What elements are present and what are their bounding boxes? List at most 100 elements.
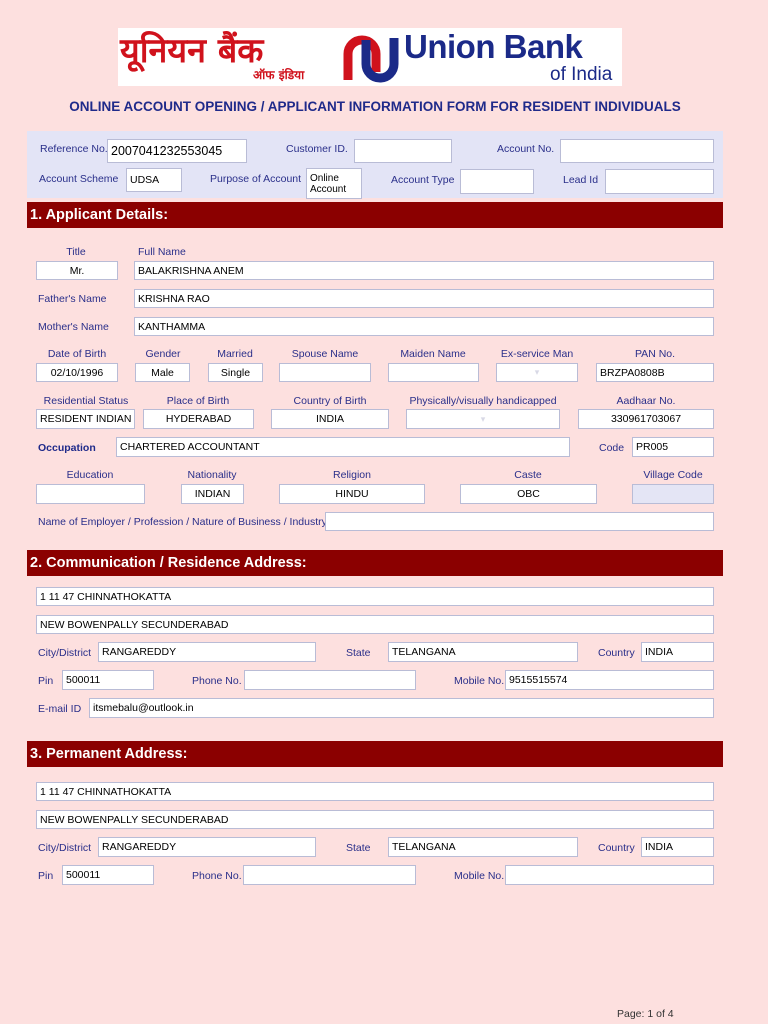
married-select[interactable]: Single — [208, 363, 263, 382]
permanent-address-heading: 3. Permanent Address: — [27, 741, 723, 767]
village-code-label: Village Code — [643, 469, 703, 481]
email-field[interactable]: itsmebalu@outlook.in — [89, 698, 714, 718]
code-field[interactable]: PR005 — [632, 437, 714, 457]
perm-city-label: City/District — [38, 842, 92, 854]
education-field[interactable] — [36, 484, 145, 504]
reference-field[interactable]: 2007041232553045 — [107, 139, 247, 163]
gender-select[interactable]: Male — [135, 363, 190, 382]
title-field[interactable]: Mr. — [36, 261, 118, 280]
hindi-logo-subtext: ऑफ इंडिया — [253, 68, 305, 82]
village-code-field[interactable] — [632, 484, 714, 504]
account-scheme-field[interactable]: UDSA — [126, 168, 182, 192]
occupation-label: Occupation — [38, 442, 96, 454]
account-scheme-label: Account Scheme — [39, 173, 119, 185]
nationality-label: Nationality — [187, 469, 237, 481]
customer-id-field[interactable] — [354, 139, 452, 163]
code-label: Code — [599, 442, 625, 454]
email-label: E-mail ID — [38, 703, 82, 715]
religion-field[interactable]: HINDU — [279, 484, 425, 504]
title-label: Title — [66, 246, 86, 258]
employer-label: Name of Employer / Profession / Nature o… — [38, 516, 327, 528]
place-of-birth-field[interactable]: HYDERABAD — [143, 409, 254, 429]
comm-city-field[interactable]: RANGAREDDY — [98, 642, 316, 662]
form-title: ONLINE ACCOUNT OPENING / APPLICANT INFOR… — [69, 99, 681, 114]
perm-mobile-label: Mobile No. — [454, 870, 505, 882]
comm-state-field[interactable]: TELANGANA — [388, 642, 578, 662]
comm-country-field[interactable]: INDIA — [641, 642, 714, 662]
reference-label: Reference No. — [40, 143, 108, 155]
caste-field[interactable]: OBC — [460, 484, 597, 504]
comm-phone-label: Phone No. — [192, 675, 242, 687]
ex-service-label: Ex-service Man — [500, 348, 574, 360]
caste-label: Caste — [514, 469, 542, 481]
pan-field[interactable]: BRZPA0808B — [596, 363, 714, 382]
comm-pin-field[interactable]: 500011 — [62, 670, 154, 690]
dob-field[interactable]: 02/10/1996 — [36, 363, 118, 382]
nationality-field[interactable]: INDIAN — [181, 484, 244, 504]
comm-phone-field[interactable] — [244, 670, 416, 690]
perm-phone-label: Phone No. — [192, 870, 242, 882]
perm-address-line1[interactable]: 1 11 47 CHINNATHOKATTA — [36, 782, 714, 801]
education-label: Education — [66, 469, 114, 481]
father-name-label: Father's Name — [38, 293, 107, 305]
spouse-name-label: Spouse Name — [291, 348, 359, 360]
comm-city-label: City/District — [38, 647, 92, 659]
perm-city-field[interactable]: RANGAREDDY — [98, 837, 316, 857]
perm-pin-field[interactable]: 500011 — [62, 865, 154, 885]
perm-state-field[interactable]: TELANGANA — [388, 837, 578, 857]
comm-pin-label: Pin — [38, 675, 54, 687]
maiden-name-field[interactable] — [388, 363, 479, 382]
perm-country-field[interactable]: INDIA — [641, 837, 714, 857]
account-type-label: Account Type — [391, 174, 455, 186]
perm-country-label: Country — [598, 842, 635, 854]
mother-name-field[interactable]: KANTHAMMA — [134, 317, 714, 336]
country-of-birth-field[interactable]: INDIA — [271, 409, 389, 429]
applicant-details-heading: 1. Applicant Details: — [27, 202, 723, 228]
union-bank-emblem-icon — [343, 35, 399, 83]
religion-label: Religion — [333, 469, 371, 481]
maiden-name-label: Maiden Name — [400, 348, 466, 360]
aadhaar-label: Aadhaar No. — [616, 395, 676, 407]
father-name-field[interactable]: KRISHNA RAO — [134, 289, 714, 308]
aadhaar-field[interactable]: 330961703067 — [578, 409, 714, 429]
gender-label: Gender — [145, 348, 181, 360]
purpose-label: Purpose of Account — [210, 173, 302, 185]
page-number: Page: 1 of 4 — [617, 1008, 674, 1020]
comm-state-label: State — [346, 647, 371, 659]
account-no-label: Account No. — [497, 143, 555, 155]
handicapped-label: Physically/visually handicapped — [409, 395, 557, 407]
mother-name-label: Mother's Name — [38, 321, 109, 333]
brand-name-line2: of India — [550, 64, 613, 85]
lead-id-field[interactable] — [605, 169, 714, 194]
communication-address-heading: 2. Communication / Residence Address: — [27, 550, 723, 576]
account-type-field[interactable] — [460, 169, 534, 194]
perm-phone-field[interactable] — [243, 865, 416, 885]
pan-label: PAN No. — [634, 348, 676, 360]
hindi-logo-text: यूनियन बैंक — [120, 31, 264, 71]
dob-label: Date of Birth — [47, 348, 107, 360]
comm-address-line2[interactable]: NEW BOWENPALLY SECUNDERABAD — [36, 615, 714, 634]
bank-logo: यूनियन बैंक ऑफ इंडिया Union Bank of Indi… — [118, 28, 622, 86]
comm-country-label: Country — [598, 647, 635, 659]
ex-service-select[interactable] — [496, 363, 578, 382]
residential-status-label: Residential Status — [43, 395, 129, 407]
occupation-field[interactable]: CHARTERED ACCOUNTANT — [116, 437, 570, 457]
lead-id-label: Lead Id — [563, 174, 599, 186]
purpose-field[interactable]: Online Account — [306, 168, 362, 199]
perm-address-line2[interactable]: NEW BOWENPALLY SECUNDERABAD — [36, 810, 714, 829]
comm-address-line1[interactable]: 1 11 47 CHINNATHOKATTA — [36, 587, 714, 606]
residential-status-field[interactable]: RESIDENT INDIAN — [36, 409, 135, 429]
perm-state-label: State — [346, 842, 371, 854]
perm-pin-label: Pin — [38, 870, 54, 882]
full-name-field[interactable]: BALAKRISHNA ANEM — [134, 261, 714, 280]
country-of-birth-label: Country of Birth — [293, 395, 367, 407]
spouse-name-field[interactable] — [279, 363, 371, 382]
comm-mobile-label: Mobile No. — [454, 675, 505, 687]
comm-mobile-field[interactable]: 9515515574 — [505, 670, 714, 690]
perm-mobile-field[interactable] — [505, 865, 714, 885]
customer-id-label: Customer ID. — [286, 143, 348, 155]
account-no-field[interactable] — [560, 139, 714, 163]
full-name-label: Full Name — [138, 246, 186, 258]
employer-field[interactable] — [325, 512, 714, 531]
handicapped-select[interactable] — [406, 409, 560, 429]
